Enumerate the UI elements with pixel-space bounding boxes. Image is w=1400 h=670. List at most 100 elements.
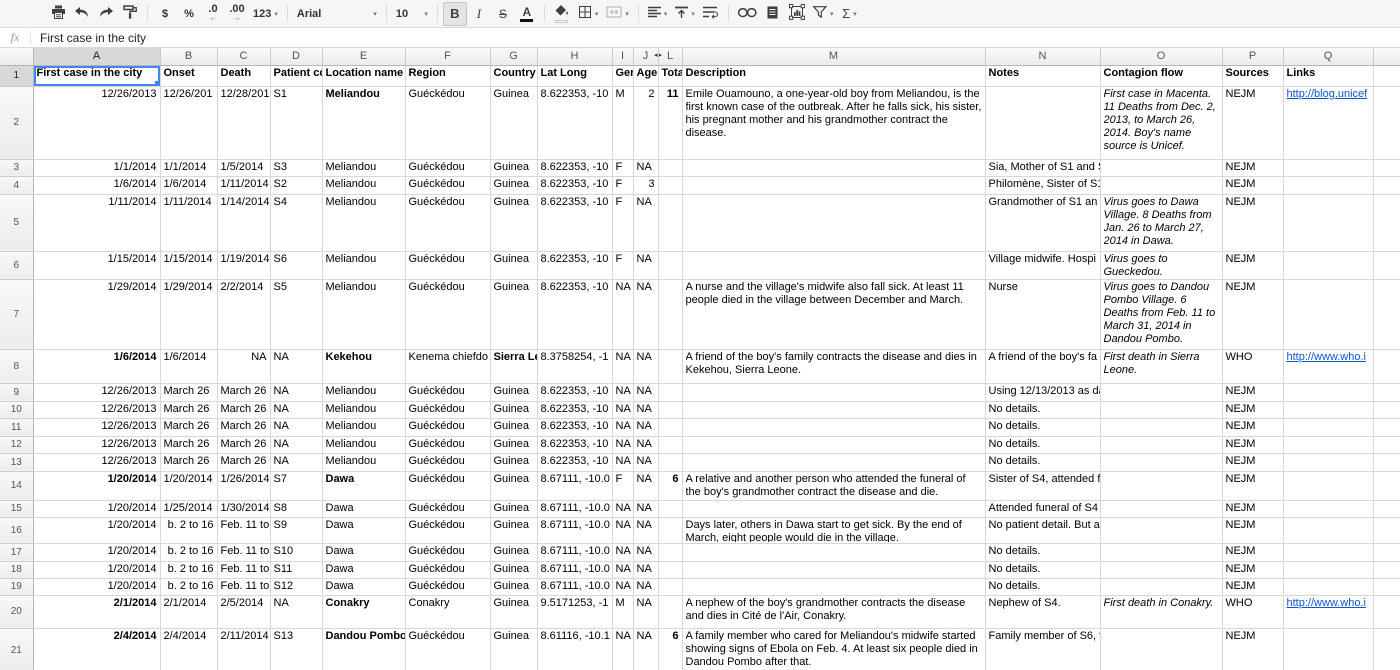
- cell-C21[interactable]: 2/11/2014: [217, 628, 270, 670]
- cell-A1[interactable]: First case in the city: [33, 65, 160, 86]
- cell-O18[interactable]: [1100, 561, 1222, 578]
- column-header-partial[interactable]: [1373, 48, 1400, 65]
- row-header-9[interactable]: 9: [0, 383, 33, 401]
- cell-F8[interactable]: Kenema chiefdo: [405, 349, 490, 383]
- cell-A21[interactable]: 2/4/2014: [33, 628, 160, 670]
- column-header-L[interactable]: L▸: [658, 48, 682, 65]
- cell-Q7[interactable]: [1283, 279, 1373, 349]
- cell-F11[interactable]: Guéckédou: [405, 418, 490, 436]
- cell-G11[interactable]: Guinea: [490, 418, 537, 436]
- cell-B8[interactable]: 1/6/2014: [160, 349, 217, 383]
- cell-I2[interactable]: M: [612, 86, 633, 159]
- cell-E15[interactable]: Dawa: [322, 500, 405, 517]
- column-header-A[interactable]: A: [33, 48, 160, 65]
- cell-F13[interactable]: Guéckédou: [405, 453, 490, 471]
- merge-cells-button[interactable]: ▾: [602, 2, 633, 26]
- cell-O19[interactable]: [1100, 578, 1222, 595]
- column-header-E[interactable]: E: [322, 48, 405, 65]
- cell-F1[interactable]: Region: [405, 65, 490, 86]
- cell-N3[interactable]: Sia, Mother of S1 and S2: [985, 159, 1100, 176]
- cell-G6[interactable]: Guinea: [490, 251, 537, 279]
- cell-B9[interactable]: March 26: [160, 383, 217, 401]
- column-header-O[interactable]: O: [1100, 48, 1222, 65]
- cell-P12[interactable]: NEJM: [1222, 436, 1283, 453]
- cell-A18[interactable]: 1/20/2014: [33, 561, 160, 578]
- cell-E8[interactable]: Kekehou: [322, 349, 405, 383]
- cell-H17[interactable]: 8.67111, -10.0: [537, 543, 612, 561]
- cell-A14[interactable]: 1/20/2014: [33, 471, 160, 500]
- cell-M5[interactable]: [682, 194, 985, 251]
- currency-format-button[interactable]: $: [153, 2, 177, 26]
- cell-H10[interactable]: 8.622353, -10: [537, 401, 612, 418]
- cell-L15[interactable]: [658, 500, 682, 517]
- row-header-11[interactable]: 11: [0, 418, 33, 436]
- cell-L4[interactable]: [658, 176, 682, 194]
- cell-G21[interactable]: Guinea: [490, 628, 537, 670]
- cell-F12[interactable]: Guéckédou: [405, 436, 490, 453]
- cell-H14[interactable]: 8.67111, -10.0: [537, 471, 612, 500]
- cell-L1[interactable]: Tota: [658, 65, 682, 86]
- cell-J7[interactable]: NA: [633, 279, 658, 349]
- cell-J12[interactable]: NA: [633, 436, 658, 453]
- cell-P2[interactable]: NEJM: [1222, 86, 1283, 159]
- cell-Q13[interactable]: [1283, 453, 1373, 471]
- cell-O6[interactable]: Virus goes to Gueckedou.: [1100, 251, 1222, 279]
- column-header-H[interactable]: H: [537, 48, 612, 65]
- cell-N8[interactable]: A friend of the boy's fa: [985, 349, 1100, 383]
- cell-N20[interactable]: Nephew of S4.: [985, 595, 1100, 628]
- cell-E21[interactable]: Dandou Pombo: [322, 628, 405, 670]
- cell-H15[interactable]: 8.67111, -10.0: [537, 500, 612, 517]
- cell-H21[interactable]: 8.61116, -10.1: [537, 628, 612, 670]
- cell-G13[interactable]: Guinea: [490, 453, 537, 471]
- cell-R16[interactable]: [1373, 517, 1400, 543]
- fill-color-button[interactable]: [550, 2, 574, 26]
- cell-I7[interactable]: NA: [612, 279, 633, 349]
- cell-A15[interactable]: 1/20/2014: [33, 500, 160, 517]
- cell-O3[interactable]: [1100, 159, 1222, 176]
- cell-E17[interactable]: Dawa: [322, 543, 405, 561]
- cell-P15[interactable]: NEJM: [1222, 500, 1283, 517]
- column-header-G[interactable]: G: [490, 48, 537, 65]
- cell-J21[interactable]: NA: [633, 628, 658, 670]
- row-header-17[interactable]: 17: [0, 543, 33, 561]
- cell-E9[interactable]: Meliandou: [322, 383, 405, 401]
- cell-P5[interactable]: NEJM: [1222, 194, 1283, 251]
- italic-button[interactable]: I: [467, 2, 491, 26]
- cell-H18[interactable]: 8.67111, -10.0: [537, 561, 612, 578]
- column-header-F[interactable]: F: [405, 48, 490, 65]
- cell-E2[interactable]: Meliandou: [322, 86, 405, 159]
- cell-M2[interactable]: Emile Ouamouno, a one-year-old boy from …: [682, 86, 985, 159]
- cell-O10[interactable]: [1100, 401, 1222, 418]
- cell-L5[interactable]: [658, 194, 682, 251]
- font-size-select[interactable]: 10▾: [392, 2, 432, 26]
- cell-F5[interactable]: Guéckédou: [405, 194, 490, 251]
- cell-F2[interactable]: Guéckédou: [405, 86, 490, 159]
- cell-M14[interactable]: A relative and another person who attend…: [682, 471, 985, 500]
- cell-D21[interactable]: S13: [270, 628, 322, 670]
- cell-R19[interactable]: [1373, 578, 1400, 595]
- cell-N16[interactable]: No patient detail. But all died btw Feb …: [985, 517, 1100, 543]
- cell-L7[interactable]: [658, 279, 682, 349]
- cell-Q20[interactable]: http://www.who.i: [1283, 595, 1373, 628]
- row-header-7[interactable]: 7: [0, 279, 33, 349]
- cell-J16[interactable]: NA: [633, 517, 658, 543]
- column-header-D[interactable]: D: [270, 48, 322, 65]
- cell-F15[interactable]: Guéckédou: [405, 500, 490, 517]
- cell-P11[interactable]: NEJM: [1222, 418, 1283, 436]
- cell-B1[interactable]: Onset: [160, 65, 217, 86]
- cell-G8[interactable]: Sierra Le: [490, 349, 537, 383]
- cell-A12[interactable]: 12/26/2013: [33, 436, 160, 453]
- cell-D7[interactable]: S5: [270, 279, 322, 349]
- cell-D6[interactable]: S6: [270, 251, 322, 279]
- cell-M21[interactable]: A family member who cared for Meliandou'…: [682, 628, 985, 670]
- cell-B4[interactable]: 1/6/2014: [160, 176, 217, 194]
- row-header-19[interactable]: 19: [0, 578, 33, 595]
- row-header-5[interactable]: 5: [0, 194, 33, 251]
- cell-F6[interactable]: Guéckédou: [405, 251, 490, 279]
- insert-link-button[interactable]: [734, 2, 761, 26]
- cell-I20[interactable]: M: [612, 595, 633, 628]
- cell-H13[interactable]: 8.622353, -10: [537, 453, 612, 471]
- cell-Q2[interactable]: http://blog.unicef: [1283, 86, 1373, 159]
- cell-L10[interactable]: [658, 401, 682, 418]
- cell-Q15[interactable]: [1283, 500, 1373, 517]
